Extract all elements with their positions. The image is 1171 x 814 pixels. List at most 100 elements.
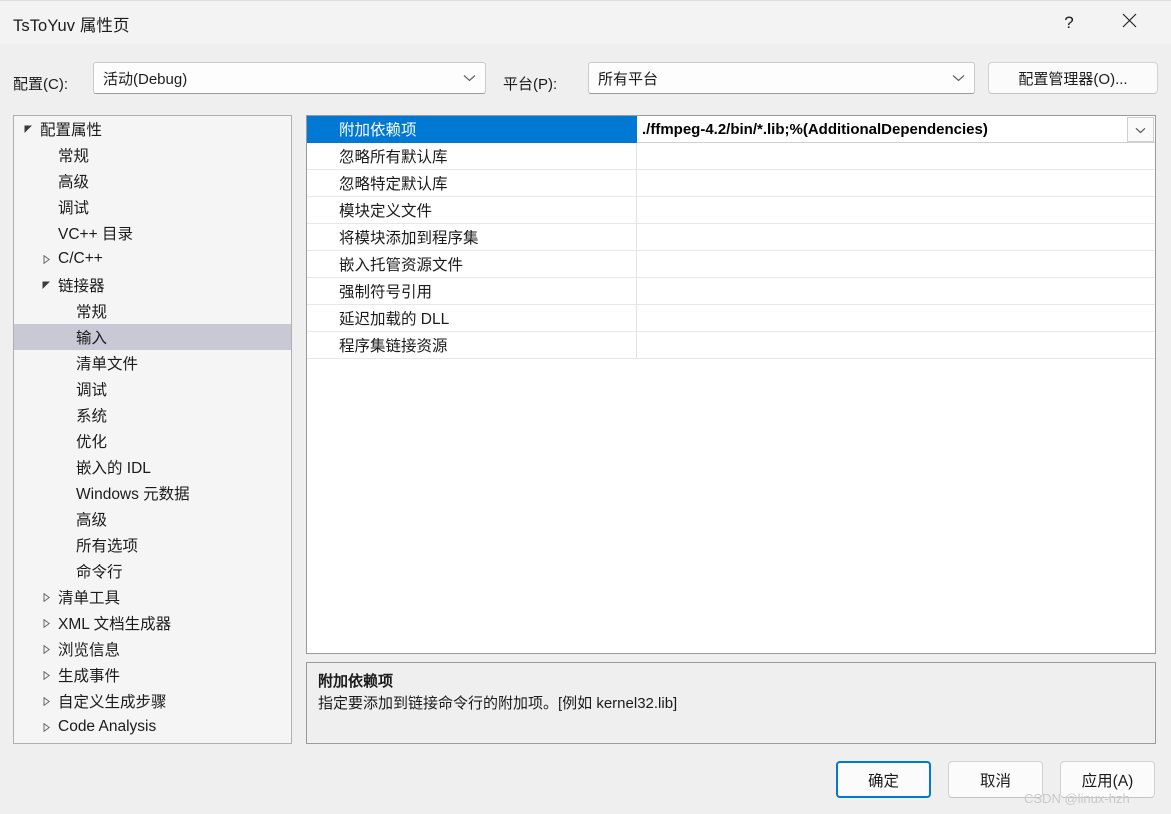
property-value-dropdown-button[interactable] <box>1127 117 1154 142</box>
sidebar-item-12[interactable]: 优化 <box>14 428 291 454</box>
property-value[interactable] <box>637 170 1155 197</box>
sidebar-item-2[interactable]: 高级 <box>14 168 291 194</box>
tree-expander-collapsed-icon[interactable] <box>38 670 54 680</box>
property-value[interactable] <box>637 143 1155 170</box>
sidebar-item-label: 清单工具 <box>58 590 121 607</box>
property-row[interactable]: 嵌入托管资源文件 <box>307 251 1155 278</box>
sidebar-item-label: 链接器 <box>58 278 105 295</box>
property-row[interactable]: 忽略特定默认库 <box>307 170 1155 197</box>
property-value[interactable] <box>637 305 1155 332</box>
property-row[interactable]: 忽略所有默认库 <box>307 143 1155 170</box>
chevron-down-icon <box>1135 121 1146 139</box>
property-name: 延迟加载的 DLL <box>307 305 637 332</box>
sidebar-item-14[interactable]: Windows 元数据 <box>14 480 291 506</box>
sidebar-item-6[interactable]: 链接器 <box>14 272 291 298</box>
sidebar-item-label: Code Analysis <box>58 718 157 735</box>
sidebar-item-label: 常规 <box>58 148 90 165</box>
property-row[interactable]: 延迟加载的 DLL <box>307 305 1155 332</box>
sidebar-item-label: 高级 <box>58 174 90 191</box>
sidebar-item-label: XML 文档生成器 <box>58 616 172 633</box>
configuration-select[interactable]: 活动(Debug) <box>93 62 486 94</box>
sidebar-item-23[interactable]: Code Analysis <box>14 714 291 740</box>
sidebar-item-4[interactable]: VC++ 目录 <box>14 220 291 246</box>
tree-expander-collapsed-icon[interactable] <box>38 592 54 602</box>
sidebar-item-18[interactable]: 清单工具 <box>14 584 291 610</box>
sidebar-item-label: 自定义生成步骤 <box>58 694 167 711</box>
tree-expander-collapsed-icon[interactable] <box>38 644 54 654</box>
configuration-manager-button[interactable]: 配置管理器(O)... <box>988 62 1158 94</box>
sidebar-item-label: 高级 <box>76 512 108 529</box>
sidebar-item-19[interactable]: XML 文档生成器 <box>14 610 291 636</box>
platform-value: 所有平台 <box>598 70 659 88</box>
title-bar: TsToYuv 属性页 ? <box>0 0 1171 44</box>
chevron-down-icon <box>952 63 965 93</box>
ok-button[interactable]: 确定 <box>836 761 931 798</box>
window-title: TsToYuv 属性页 <box>13 17 130 35</box>
sidebar-item-label: 命令行 <box>76 564 123 581</box>
sidebar-item-label: 调试 <box>58 200 90 217</box>
property-value[interactable] <box>637 197 1155 224</box>
description-title: 附加依赖项 <box>318 673 394 690</box>
configuration-value: 活动(Debug) <box>103 70 188 88</box>
tree-expander-expanded-icon[interactable] <box>38 281 54 290</box>
sidebar-item-7[interactable]: 常规 <box>14 298 291 324</box>
sidebar-item-1[interactable]: 常规 <box>14 142 291 168</box>
description-body: 指定要添加到链接命令行的附加项。[例如 kernel32.lib] <box>318 695 678 712</box>
sidebar-item-label: C/C++ <box>58 250 103 267</box>
property-name: 嵌入托管资源文件 <box>307 251 637 278</box>
property-row[interactable]: 附加依赖项 ./ffmpeg-4.2/bin/*.lib;%(Additional… <box>307 116 1155 143</box>
tree-expander-collapsed-icon[interactable] <box>38 696 54 706</box>
sidebar-item-17[interactable]: 命令行 <box>14 558 291 584</box>
sidebar-item-label: 浏览信息 <box>58 642 121 659</box>
sidebar-item-21[interactable]: 生成事件 <box>14 662 291 688</box>
sidebar-item-label: 优化 <box>76 434 108 451</box>
sidebar-item-16[interactable]: 所有选项 <box>14 532 291 558</box>
sidebar-item-11[interactable]: 系统 <box>14 402 291 428</box>
sidebar-item-15[interactable]: 高级 <box>14 506 291 532</box>
tree-expander-collapsed-icon[interactable] <box>38 722 54 732</box>
sidebar-item-label: 嵌入的 IDL <box>76 460 151 477</box>
help-button[interactable]: ? <box>1046 1 1092 45</box>
sidebar-item-label: VC++ 目录 <box>58 226 133 243</box>
tree-expander-collapsed-icon[interactable] <box>38 254 54 264</box>
sidebar-item-13[interactable]: 嵌入的 IDL <box>14 454 291 480</box>
platform-label: 平台(P): <box>503 76 558 93</box>
property-name: 模块定义文件 <box>307 197 637 224</box>
tree-expander-collapsed-icon[interactable] <box>38 618 54 628</box>
property-name: 附加依赖项 <box>307 116 637 143</box>
property-row[interactable]: 将模块添加到程序集 <box>307 224 1155 251</box>
sidebar-item-5[interactable]: C/C++ <box>14 246 291 272</box>
sidebar-item-3[interactable]: 调试 <box>14 194 291 220</box>
sidebar-item-label: 清单文件 <box>76 356 139 373</box>
property-name: 强制符号引用 <box>307 278 637 305</box>
sidebar-item-label: Windows 元数据 <box>76 486 190 503</box>
sidebar-item-label: 调试 <box>76 382 108 399</box>
question-mark-icon: ? <box>1064 13 1074 32</box>
sidebar-item-20[interactable]: 浏览信息 <box>14 636 291 662</box>
sidebar-item-label: 输入 <box>76 330 108 347</box>
property-row[interactable]: 模块定义文件 <box>307 197 1155 224</box>
sidebar-item-9[interactable]: 清单文件 <box>14 350 291 376</box>
close-icon <box>1122 13 1137 33</box>
close-button[interactable] <box>1106 1 1152 45</box>
sidebar-item-label: 配置属性 <box>40 122 103 139</box>
property-value[interactable] <box>637 251 1155 278</box>
description-pane: 附加依赖项 指定要添加到链接命令行的附加项。[例如 kernel32.lib] <box>306 662 1156 744</box>
property-tree[interactable]: 配置属性 常规 高级 调试 VC++ 目录 C/C++ 链接器 常规 输入 清单文件 调试 系统 优化嵌… <box>13 115 292 744</box>
property-value[interactable] <box>637 278 1155 305</box>
property-row[interactable]: 程序集链接资源 <box>307 332 1155 359</box>
sidebar-item-22[interactable]: 自定义生成步骤 <box>14 688 291 714</box>
property-grid[interactable]: 附加依赖项 ./ffmpeg-4.2/bin/*.lib;%(Additional… <box>306 115 1156 654</box>
sidebar-item-0[interactable]: 配置属性 <box>14 116 291 142</box>
property-row[interactable]: 强制符号引用 <box>307 278 1155 305</box>
property-value[interactable]: ./ffmpeg-4.2/bin/*.lib;%(AdditionalDepen… <box>637 116 1155 143</box>
platform-select[interactable]: 所有平台 <box>588 62 975 94</box>
property-value[interactable] <box>637 224 1155 251</box>
property-value[interactable] <box>637 332 1155 359</box>
sidebar-item-8[interactable]: 输入 <box>14 324 291 350</box>
sidebar-item-10[interactable]: 调试 <box>14 376 291 402</box>
property-name: 忽略特定默认库 <box>307 170 637 197</box>
tree-expander-expanded-icon[interactable] <box>20 125 36 134</box>
property-name: 程序集链接资源 <box>307 332 637 359</box>
sidebar-item-label: 常规 <box>76 304 108 321</box>
